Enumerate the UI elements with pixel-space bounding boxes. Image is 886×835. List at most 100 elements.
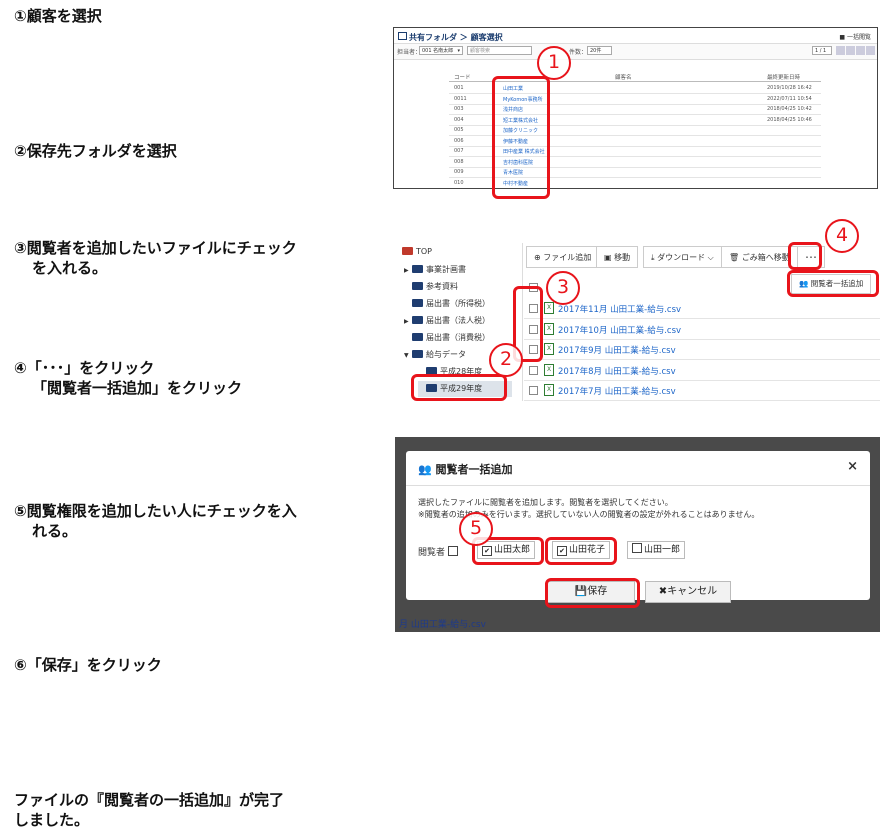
step-2-text: ②保存先フォルダを選択: [14, 142, 177, 160]
tree-label: 参考資料: [426, 282, 458, 291]
modal-title: 👥 閲覧者一括追加: [418, 461, 513, 477]
bulk-view-label: 一括閲覧: [846, 34, 871, 41]
col-updated[interactable]: 最終更新日時: [767, 73, 800, 81]
tree-item-consumption-tax[interactable]: 届出書（消費税）: [412, 332, 490, 343]
step-4-line2: 「閲覧者一括追加」をクリック: [32, 379, 243, 397]
chevron-down-icon: ▾: [457, 48, 460, 54]
background-file-fragment: 月 山田工業-給与.csv: [399, 620, 486, 630]
modal-title-text: 閲覧者一括追加: [435, 463, 513, 476]
tree-item-business-plan[interactable]: ▶ 事業計画書: [404, 264, 466, 275]
excel-file-icon: X: [544, 343, 554, 355]
customer-search-input[interactable]: 顧客検索: [467, 46, 532, 55]
file-row[interactable]: X 2017年8月 山田工業-給与.csv: [524, 360, 880, 381]
tree-label: 届出書（消費税）: [426, 333, 490, 342]
marker-5-label: 5: [469, 517, 483, 539]
marker-1-label: 1: [547, 51, 561, 73]
viewer-label: 閲覧者: [418, 545, 460, 558]
folder-icon: [412, 333, 423, 341]
plus-circle-icon: ⊕: [534, 253, 541, 262]
add-file-button[interactable]: ⊕ ファイル追加: [526, 246, 600, 268]
tree-item-corporate-tax[interactable]: ▶ 届出書（法人税）: [404, 315, 490, 326]
step-5-line2: れる。: [32, 522, 78, 540]
last-page-icon[interactable]: [866, 46, 875, 55]
step-5-text: ⑤閲覧権限を追加したい人にチェックを入 れる。: [14, 501, 297, 541]
tree-item-references[interactable]: 参考資料: [412, 281, 458, 292]
file-name[interactable]: 2017年9月 山田工業-給与.csv: [558, 344, 676, 356]
excel-file-icon: X: [544, 384, 554, 396]
move-button[interactable]: ▣ 移動: [596, 246, 639, 268]
step-4-text: ④「･･･」をクリック 「閲覧者一括追加」をクリック: [14, 358, 242, 398]
count-value: 20件: [590, 48, 602, 54]
file-row[interactable]: X 2017年7月 山田工業-給与.csv: [524, 380, 880, 401]
marker-2-label: 2: [499, 348, 513, 370]
step-1-text: ①顧客を選択: [14, 7, 102, 25]
staff-label: 担当者：: [397, 49, 422, 56]
bulk-view-link[interactable]: ■ 一括閲覧: [839, 32, 871, 41]
tree-item-income-tax[interactable]: 届出書（所得税）: [412, 298, 490, 309]
customer-updated: 2019/10/28 16:42: [767, 85, 812, 91]
close-icon[interactable]: ×: [847, 459, 858, 474]
highlight-folder: [411, 374, 507, 401]
file-name[interactable]: 2017年11月 山田工業-給与.csv: [558, 303, 681, 315]
col-name[interactable]: 顧客名: [615, 73, 632, 81]
highlight-save-button: [545, 578, 640, 608]
tree-label: TOP: [416, 247, 433, 256]
marker-4: 4: [825, 219, 859, 253]
step-6-text: ⑥「保存」をクリック: [14, 656, 162, 674]
customer-updated: 2018/04/25 10:42: [767, 106, 812, 112]
customer-code: 005: [454, 127, 464, 133]
page-indicator: 1 / 1: [812, 46, 832, 55]
highlight-more-button: [788, 242, 822, 270]
breadcrumb-text: 共有フォルダ ＞ 顧客選択: [409, 33, 503, 42]
count-select[interactable]: 20件: [587, 46, 612, 55]
users-icon: 👥: [418, 463, 432, 476]
step-3-text: ③閲覧者を追加したいファイルにチェック を入れる。: [14, 238, 297, 278]
marker-3-label: 3: [556, 276, 570, 298]
download-button[interactable]: ⤓ ダウンロード ⌵: [643, 246, 722, 268]
tree-label: 届出書（法人税）: [426, 316, 490, 325]
customer-code: 0011: [454, 95, 467, 102]
modal-description-1: 選択したファイルに閲覧者を追加します。閲覧者を選択してください。: [418, 498, 673, 507]
step-3-line2: を入れる。: [32, 259, 108, 277]
folder-icon: [412, 316, 423, 324]
viewer-yamada-ichiro[interactable]: 山田一郎: [627, 541, 686, 559]
file-row[interactable]: X 2017年9月 山田工業-給与.csv: [524, 339, 880, 360]
customer-code: 006: [454, 137, 464, 144]
file-row[interactable]: X 2017年10月 山田工業-給与.csv: [524, 319, 880, 340]
select-all-viewers-checkbox[interactable]: [447, 546, 458, 556]
done-line1: ファイルの『閲覧者の一括追加』が完了: [14, 791, 285, 809]
folder-icon: [412, 282, 423, 290]
excel-file-icon: X: [544, 322, 554, 335]
staff-select[interactable]: 001 名南太郎 ▾: [419, 46, 463, 55]
file-name[interactable]: 2017年7月 山田工業-給与.csv: [558, 385, 676, 397]
folder-icon: [402, 247, 413, 255]
marker-1: 1: [537, 46, 571, 80]
close-icon: ✖: [658, 586, 668, 597]
customer-code: 010: [454, 179, 464, 186]
col-code[interactable]: コード: [454, 73, 471, 81]
highlight-bulk-add: [787, 270, 879, 297]
folder-icon: [412, 299, 423, 307]
tree-label: 届出書（所得税）: [426, 299, 490, 308]
next-page-icon[interactable]: [856, 46, 865, 55]
modal-header: 👥 閲覧者一括追加 ×: [406, 451, 870, 486]
cancel-button[interactable]: ✖キャンセル: [645, 581, 731, 603]
first-page-icon[interactable]: [836, 46, 845, 55]
customer-updated: 2018/04/25 10:46: [767, 116, 812, 123]
download-label: ダウンロード: [657, 253, 706, 262]
file-name[interactable]: 2017年8月 山田工業-給与.csv: [558, 365, 676, 377]
customer-code: 004: [454, 116, 464, 123]
file-name[interactable]: 2017年10月 山田工業-給与.csv: [558, 324, 681, 336]
prev-page-icon[interactable]: [846, 46, 855, 55]
file-checkbox[interactable]: [529, 386, 538, 395]
file-checkbox[interactable]: [529, 365, 538, 375]
step-5-line1: ⑤閲覧権限を追加したい人にチェックを入: [14, 502, 297, 520]
tree-item-top[interactable]: TOP: [402, 247, 432, 256]
checkbox[interactable]: [632, 543, 642, 553]
tree-label: 給与データ: [426, 350, 466, 359]
trash-button[interactable]: 🗑 ごみ箱へ移動: [721, 246, 798, 268]
tree-item-payroll[interactable]: ▼ 給与データ: [404, 349, 466, 360]
highlight-viewer-2: [545, 537, 617, 565]
highlight-customer-column: [492, 76, 550, 199]
move-label: 移動: [614, 253, 631, 262]
